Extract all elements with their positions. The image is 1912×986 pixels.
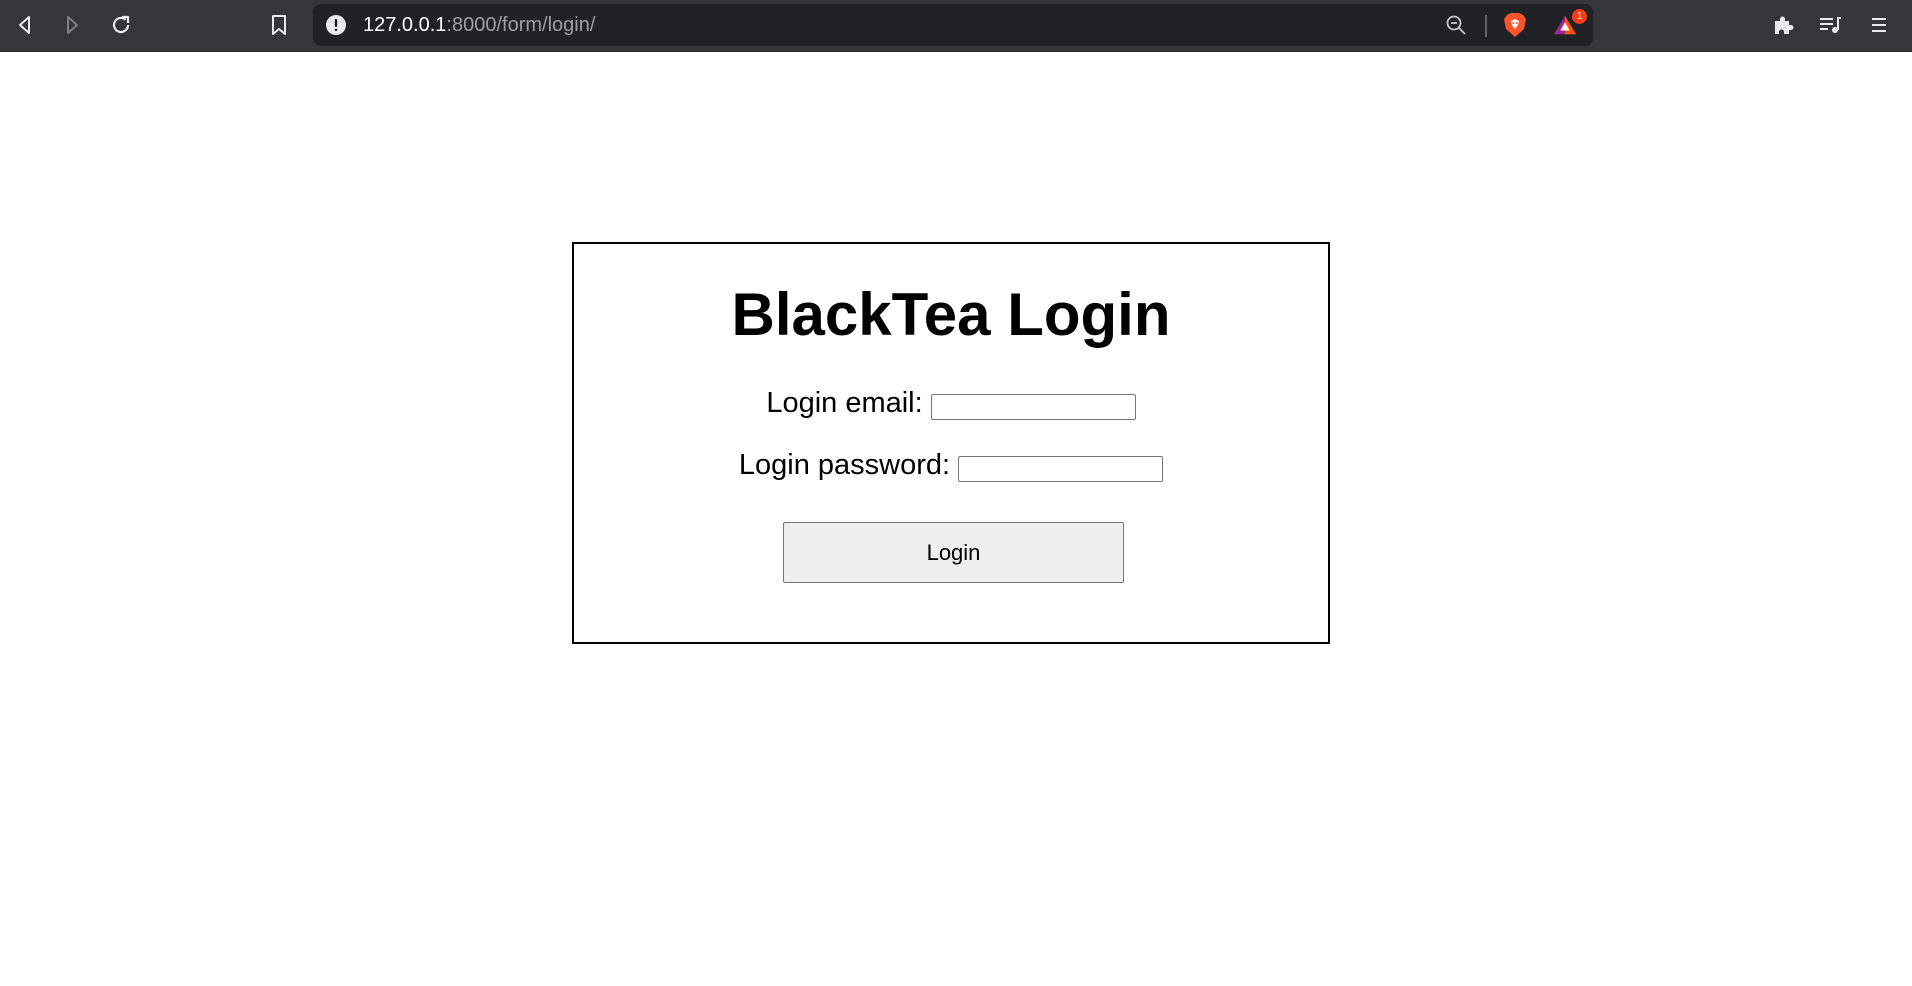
- password-row: Login password:: [574, 449, 1328, 482]
- menu-button[interactable]: [1862, 8, 1896, 42]
- password-label: Login password:: [738, 449, 951, 481]
- rewards-notification-badge: 1: [1572, 9, 1587, 24]
- menu-icon: [1872, 18, 1886, 32]
- address-bar[interactable]: 127.0.0.1:8000/form/login/ 1: [313, 4, 1593, 46]
- reload-icon: [112, 15, 130, 34]
- bookmark-icon: [272, 15, 286, 35]
- email-label: Login email:: [766, 387, 923, 419]
- login-form: BlackTea Login Login email: Login passwo…: [572, 242, 1330, 644]
- url-text[interactable]: 127.0.0.1:8000/form/login/: [363, 4, 595, 46]
- media-queue-button[interactable]: [1813, 8, 1847, 42]
- bookmark-button[interactable]: [262, 8, 296, 42]
- address-bar-divider: [1485, 15, 1487, 37]
- url-host: 127.0.0.1: [363, 14, 447, 36]
- email-field[interactable]: [930, 393, 1136, 420]
- password-field[interactable]: [958, 455, 1164, 482]
- forward-icon: [67, 16, 78, 34]
- browser-toolbar: 127.0.0.1:8000/form/login/ 1: [0, 0, 1912, 52]
- back-icon: [19, 16, 30, 34]
- brave-shields-icon: [1504, 13, 1526, 37]
- zoom-button[interactable]: [1444, 13, 1468, 37]
- media-queue-icon: [1820, 17, 1841, 33]
- brave-shields-button[interactable]: [1503, 13, 1527, 37]
- site-info-icon[interactable]: [325, 14, 347, 36]
- zoom-icon: [1446, 15, 1466, 35]
- url-path: :8000/form/login/: [446, 14, 596, 36]
- login-button[interactable]: Login: [783, 522, 1124, 583]
- reload-button[interactable]: [104, 8, 138, 42]
- forward-button[interactable]: [55, 8, 89, 42]
- page-title: BlackTea Login: [731, 281, 1171, 348]
- email-row: Login email:: [574, 387, 1328, 420]
- back-button[interactable]: [8, 8, 42, 42]
- extensions-button[interactable]: [1766, 8, 1800, 42]
- extensions-icon: [1775, 16, 1794, 34]
